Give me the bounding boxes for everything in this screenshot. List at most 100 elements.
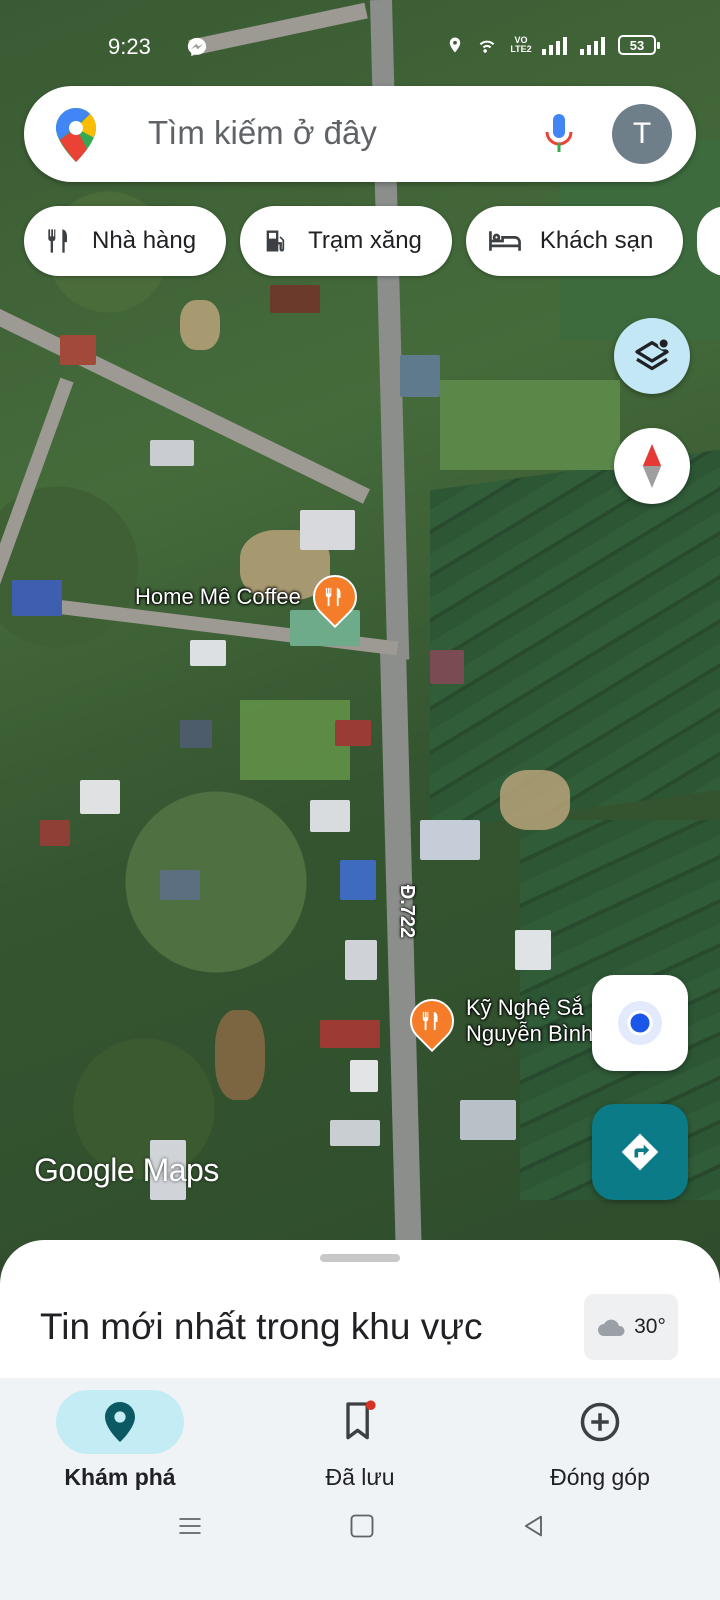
poi-label-group: Kỹ Nghệ Sắ Nguyễn Bình	[466, 995, 593, 1047]
search-bar[interactable]: Tìm kiếm ở đây T	[24, 86, 696, 182]
bare-ground	[500, 770, 570, 830]
screen: Đ.722 Home Mê Coffee Kỹ Nghệ Sắ Nguyễn B…	[0, 0, 720, 1600]
status-bar: 9:23 VO LTE2 53	[0, 30, 720, 66]
chip-label: Trạm xăng	[308, 227, 422, 254]
location-icon	[449, 37, 461, 53]
tab-label: Đóng góp	[550, 1464, 650, 1490]
bare-ground	[215, 1010, 265, 1100]
gas-station-icon	[266, 230, 285, 252]
status-time: 9:23	[108, 34, 151, 59]
explore-pin-icon	[105, 1402, 135, 1442]
chip-label: Khách sạn	[539, 227, 654, 254]
poi-ky-nghe-nguyen-binh[interactable]: Kỹ Nghệ Sắ Nguyễn Bình	[400, 989, 593, 1053]
building	[420, 820, 480, 860]
directions-icon	[621, 1133, 659, 1171]
restaurant-icon	[422, 1011, 438, 1031]
cloud-icon	[598, 1319, 625, 1336]
messenger-icon	[186, 36, 208, 64]
google-maps-watermark: Google Maps	[34, 1152, 219, 1188]
chip-label: Nhà hàng	[92, 227, 197, 254]
main-road	[380, 649, 422, 1261]
building	[12, 580, 62, 616]
building	[150, 440, 194, 466]
building	[300, 510, 355, 550]
tab-icon-wrap	[240, 1390, 480, 1454]
my-location-button[interactable]	[592, 975, 688, 1071]
map-field	[430, 449, 720, 831]
temperature: 30°	[634, 1315, 666, 1338]
building	[180, 720, 212, 748]
poi-home-me-coffee[interactable]: Home Mê Coffee	[135, 565, 367, 629]
building	[335, 720, 371, 746]
bottom-sheet[interactable]: Tin mới nhất trong khu vực 30°	[0, 1240, 720, 1380]
battery-level: 53	[629, 37, 645, 53]
tab-label: Đã lưu	[325, 1464, 395, 1490]
my-location-icon	[618, 1001, 662, 1045]
volte-label: VO LTE2	[510, 35, 532, 54]
add-circle-icon	[580, 1402, 620, 1442]
microphone-icon[interactable]	[544, 112, 574, 159]
building	[190, 640, 226, 666]
poi-label-line2: Nguyễn Bình	[466, 1021, 594, 1046]
building	[270, 285, 320, 313]
chip-gas-stations[interactable]: Trạm xăng	[240, 206, 452, 276]
tab-contribute[interactable]: Đóng góp	[480, 1390, 720, 1491]
map-field	[240, 700, 350, 780]
restaurant-icon	[48, 229, 67, 253]
road-label: Đ.722	[396, 884, 419, 939]
home-square-icon[interactable]	[348, 1512, 376, 1545]
google-maps-logo-icon	[56, 108, 96, 167]
signal-icon	[542, 37, 567, 55]
layers-icon	[635, 337, 670, 371]
poi-label: Home Mê Coffee	[135, 584, 301, 609]
building	[345, 940, 377, 980]
bookmark-icon	[346, 1400, 376, 1440]
sheet-drag-handle[interactable]	[320, 1254, 400, 1262]
weather-chip[interactable]: 30°	[584, 1294, 678, 1360]
building	[160, 870, 200, 900]
chip-restaurants[interactable]: Nhà hàng	[24, 206, 227, 276]
restaurant-pin-icon[interactable]	[303, 565, 367, 629]
battery-icon: 53	[618, 35, 660, 55]
layers-button[interactable]	[614, 318, 690, 394]
building	[460, 1100, 516, 1140]
account-avatar[interactable]: T	[612, 104, 672, 164]
menu-icon[interactable]	[176, 1512, 204, 1545]
building	[330, 1120, 380, 1146]
building	[350, 1060, 378, 1092]
map-canvas[interactable]: Đ.722 Home Mê Coffee Kỹ Nghệ Sắ Nguyễn B…	[0, 0, 720, 1261]
directions-button[interactable]	[592, 1104, 688, 1200]
bottom-navigation: Khám phá Đã lưu Đóng góp	[0, 1378, 720, 1600]
building	[320, 1020, 380, 1048]
building	[80, 780, 120, 814]
category-chips: Nhà hàng Trạm xăng Khách sạn	[24, 206, 720, 276]
building	[340, 860, 376, 900]
tab-label: Khám phá	[64, 1464, 176, 1490]
restaurant-icon	[325, 587, 341, 607]
building	[60, 335, 96, 365]
back-triangle-icon[interactable]	[520, 1512, 548, 1545]
map-field	[440, 380, 620, 470]
compass-button[interactable]	[614, 428, 690, 504]
status-icons: VO LTE2 53	[446, 34, 660, 56]
tab-icon-wrap	[0, 1390, 240, 1454]
search-placeholder[interactable]: Tìm kiếm ở đây	[148, 114, 377, 152]
chip-hotels[interactable]: Khách sạn	[465, 206, 684, 276]
wifi-icon	[479, 40, 495, 53]
restaurant-pin-icon[interactable]	[400, 989, 464, 1053]
chip-more[interactable]	[697, 206, 720, 276]
tab-explore[interactable]: Khám phá	[0, 1390, 240, 1491]
side-road	[0, 377, 74, 599]
building	[40, 820, 70, 846]
poi-label-line1: Kỹ Nghệ Sắ	[466, 995, 584, 1020]
signal-icon	[580, 37, 605, 55]
bare-ground	[180, 300, 220, 350]
building	[310, 800, 350, 832]
building	[515, 930, 551, 970]
sheet-title: Tin mới nhất trong khu vực	[40, 1306, 483, 1347]
building	[400, 355, 440, 397]
active-tab-indicator	[56, 1390, 184, 1454]
system-navigation-bar	[0, 1502, 720, 1562]
hotel-icon	[488, 231, 521, 251]
tab-saved[interactable]: Đã lưu	[240, 1390, 480, 1491]
